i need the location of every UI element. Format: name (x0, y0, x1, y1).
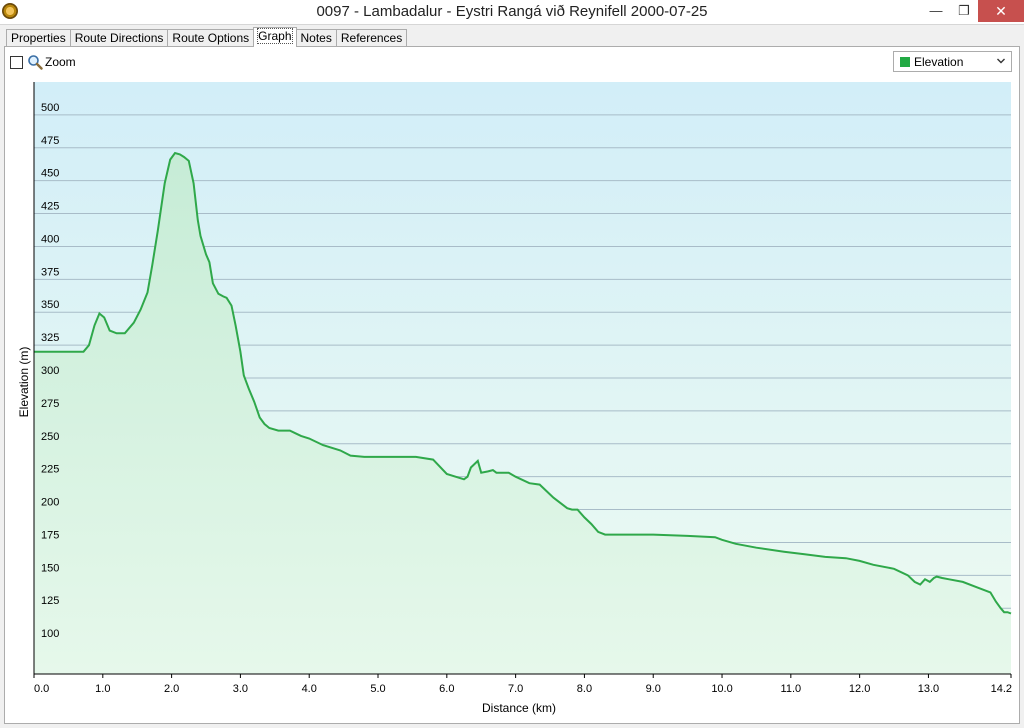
x-tick-label: 11.0 (781, 683, 802, 695)
y-tick-label: 400 (41, 233, 59, 245)
y-tick-label: 225 (41, 464, 59, 476)
x-tick-label: 1.0 (95, 683, 110, 695)
x-tick-label: 2.0 (164, 683, 179, 695)
x-tick-label: 9.0 (646, 683, 661, 695)
y-tick-label: 100 (41, 628, 59, 640)
y-tick-label: 300 (41, 365, 59, 377)
x-tick-label: 4.0 (302, 683, 317, 695)
y-tick-label: 475 (41, 135, 59, 147)
y-axis-title: Elevation (m) (17, 347, 31, 418)
y-tick-label: 125 (41, 595, 59, 607)
x-tick-label: 7.0 (508, 683, 523, 695)
x-tick-label: 10.0 (711, 683, 732, 695)
y-tick-label: 200 (41, 497, 59, 509)
x-tick-label: 0.0 (34, 683, 49, 695)
y-tick-label: 325 (41, 332, 59, 344)
y-tick-label: 275 (41, 398, 59, 410)
y-tick-label: 425 (41, 201, 59, 213)
y-tick-label: 500 (41, 102, 59, 114)
x-tick-label: 8.0 (577, 683, 592, 695)
x-tick-label: 13.0 (918, 683, 939, 695)
y-tick-label: 175 (41, 529, 59, 541)
y-tick-label: 150 (41, 562, 59, 574)
x-tick-label: 5.0 (370, 683, 385, 695)
elevation-chart: 100 125 150 175 200 225 250 275 300 325 350 375 400 4… (17, 82, 1012, 715)
x-tick-label: 3.0 (233, 683, 248, 695)
x-tick-labels: 0.0 1.0 2.0 3.0 4.0 5.0 6.0 7.0 8.0 9.0 10.0 11.0 12… (34, 683, 1012, 695)
y-tick-label: 350 (41, 299, 59, 311)
x-tick-label: 14.2 (991, 683, 1012, 695)
x-tick-label: 6.0 (439, 683, 454, 695)
x-tick-label: 12.0 (849, 683, 870, 695)
y-tick-label: 450 (41, 168, 59, 180)
y-tick-label: 375 (41, 266, 59, 278)
y-tick-label: 250 (41, 431, 59, 443)
x-axis-title: Distance (km) (482, 701, 556, 715)
